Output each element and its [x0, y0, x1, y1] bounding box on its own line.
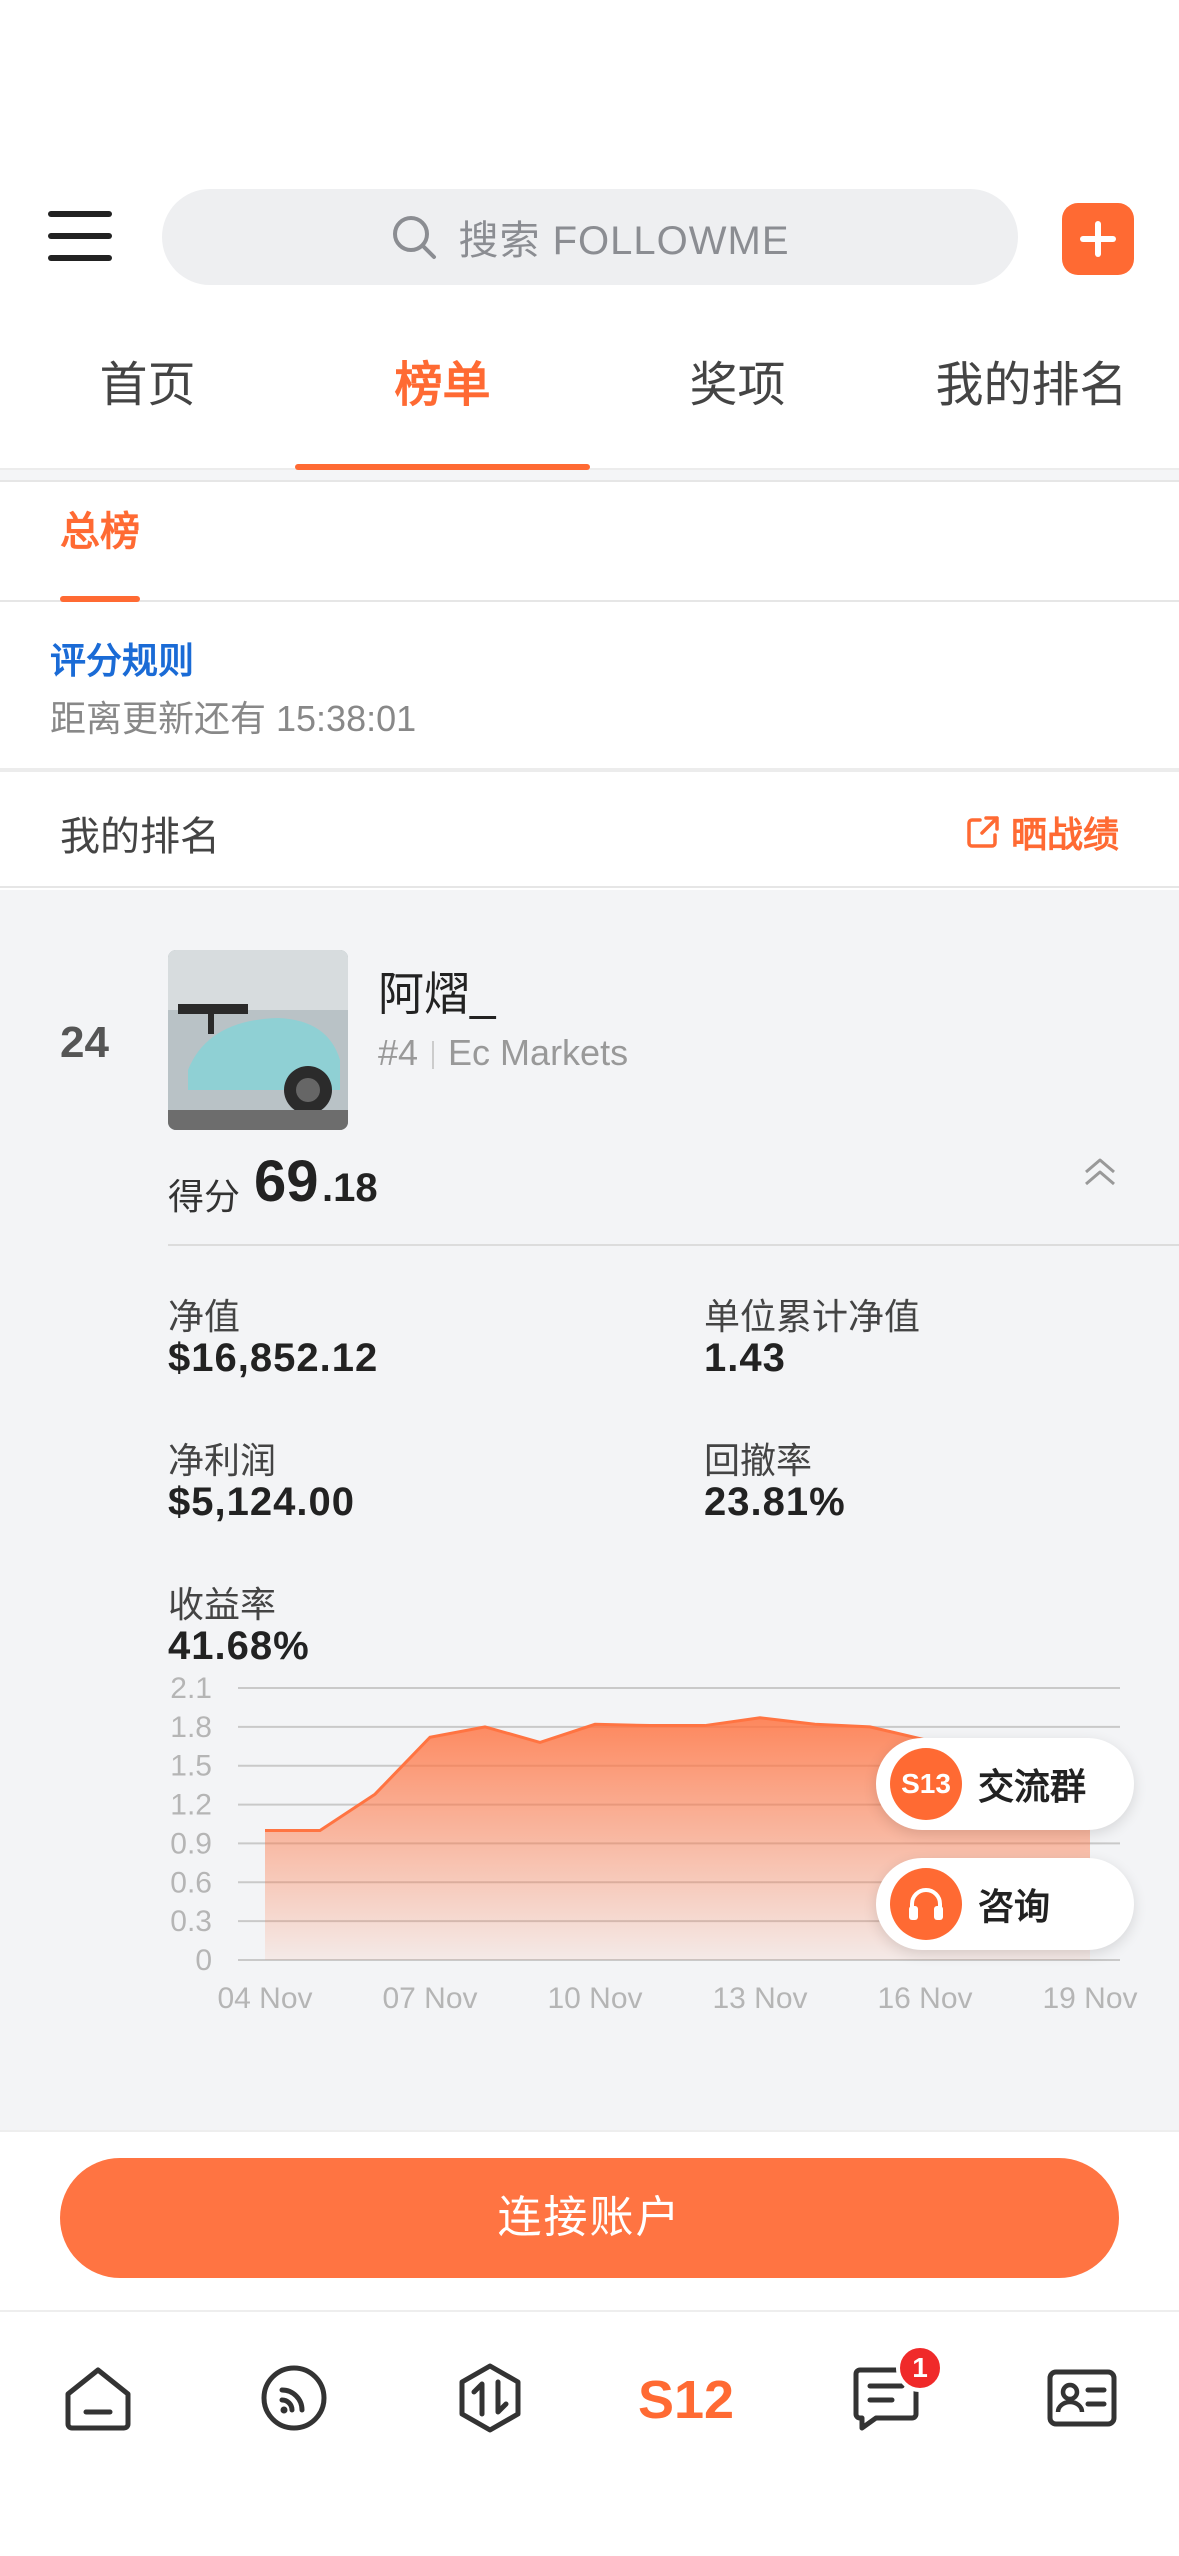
- x-tick-label: 13 Nov: [712, 1982, 807, 2015]
- my-rank-title: 我的排名: [60, 815, 220, 859]
- bottom-nav: S12 1: [0, 2310, 1179, 2556]
- y-tick-label: 2.1: [170, 1672, 212, 1705]
- y-tick-label: 0: [195, 1944, 212, 1977]
- y-tick-label: 0.9: [170, 1827, 212, 1860]
- my-rank-header: 我的排名 晒战绩: [0, 772, 1179, 888]
- profile-card-icon[interactable]: [1042, 2358, 1122, 2438]
- y-tick-label: 1.8: [170, 1711, 212, 1744]
- avatar[interactable]: [168, 950, 348, 1130]
- y-tick-label: 0.6: [170, 1866, 212, 1899]
- s13-logo-icon: S13: [890, 1748, 962, 1820]
- consult-button[interactable]: 咨询: [876, 1858, 1134, 1950]
- rank-number: 24: [60, 1018, 109, 1067]
- scoring-rules-link[interactable]: 评分规则: [50, 632, 194, 684]
- net-value-label: 净值: [168, 1296, 241, 1337]
- score-label: 得分: [168, 1176, 241, 1217]
- y-tick-label: 1.5: [170, 1750, 212, 1783]
- net-profit-label: 净利润: [168, 1440, 277, 1481]
- share-icon: [967, 816, 999, 848]
- divider: [0, 470, 1179, 482]
- search-placeholder: 搜索 FOLLOWME: [458, 219, 790, 263]
- search-bar[interactable]: 搜索 FOLLOWME: [162, 189, 1018, 285]
- x-tick-label: 16 Nov: [877, 1982, 972, 2015]
- tab-home[interactable]: 首页: [0, 330, 295, 470]
- user-name[interactable]: 阿熠_: [378, 958, 496, 1024]
- group-chat-label: 交流群: [978, 1766, 1087, 1807]
- messages-badge: 1: [896, 2344, 944, 2392]
- main-tabs: 首页 榜单 奖项 我的排名: [0, 330, 1179, 470]
- x-tick-label: 10 Nov: [547, 1982, 642, 2015]
- score-decimal: .18: [322, 1166, 378, 1210]
- share-results-button[interactable]: 晒战绩: [965, 806, 1119, 858]
- headset-icon: [890, 1868, 962, 1940]
- y-tick-label: 0.3: [170, 1905, 212, 1938]
- user-meta: #4 Ec Markets: [378, 1032, 628, 1074]
- x-tick-label: 19 Nov: [1042, 1982, 1137, 2015]
- consult-label: 咨询: [978, 1886, 1051, 1927]
- search-icon: [393, 216, 437, 259]
- net-value: $16,852.12: [168, 1336, 379, 1380]
- broker-rank: #4: [378, 1032, 419, 1073]
- score-integer: 69: [254, 1149, 319, 1214]
- feed-icon[interactable]: [254, 2358, 334, 2438]
- add-button[interactable]: [1062, 203, 1134, 275]
- unit-nav-value: 1.43: [704, 1336, 786, 1380]
- menu-icon[interactable]: [48, 207, 112, 265]
- tab-my-ranking[interactable]: 我的排名: [884, 330, 1179, 470]
- divider: [168, 1244, 1179, 1246]
- sub-tabs: 总榜: [0, 482, 1179, 602]
- drawdown-value: 23.81%: [704, 1480, 846, 1524]
- cta-area: 连接账户: [0, 2130, 1179, 2310]
- subtab-overall[interactable]: 总榜: [60, 482, 140, 602]
- top-header: 搜索 FOLLOWME: [0, 185, 1179, 290]
- home-icon[interactable]: [58, 2358, 138, 2438]
- x-tick-label: 04 Nov: [217, 1982, 312, 2015]
- trade-icon[interactable]: [450, 2358, 530, 2438]
- car-avatar-image: [168, 950, 348, 1130]
- share-label: 晒战绩: [1010, 814, 1119, 855]
- group-chat-button[interactable]: S13 交流群: [876, 1738, 1134, 1830]
- chevron-up-double-icon[interactable]: [1080, 1152, 1120, 1192]
- tab-leaderboard[interactable]: 榜单: [295, 330, 590, 470]
- unit-nav-label: 单位累计净值: [704, 1296, 921, 1337]
- update-countdown: 距离更新还有 15:38:01: [50, 698, 417, 739]
- tab-awards[interactable]: 奖项: [590, 330, 885, 470]
- x-tick-label: 07 Nov: [382, 1982, 477, 2015]
- drawdown-label: 回撤率: [704, 1440, 813, 1481]
- s12-logo-icon[interactable]: S12: [636, 2358, 736, 2438]
- broker-name: Ec Markets: [448, 1032, 629, 1073]
- connect-account-button[interactable]: 连接账户: [60, 2158, 1119, 2278]
- return-rate-label: 收益率: [168, 1584, 277, 1625]
- rank-card[interactable]: 24 阿熠_ #4 Ec Markets 得分 69 .18 净值 $16,852…: [0, 890, 1179, 2130]
- net-profit-value: $5,124.00: [168, 1480, 355, 1524]
- s12-label: S12: [638, 2370, 734, 2430]
- y-tick-label: 1.2: [170, 1789, 212, 1822]
